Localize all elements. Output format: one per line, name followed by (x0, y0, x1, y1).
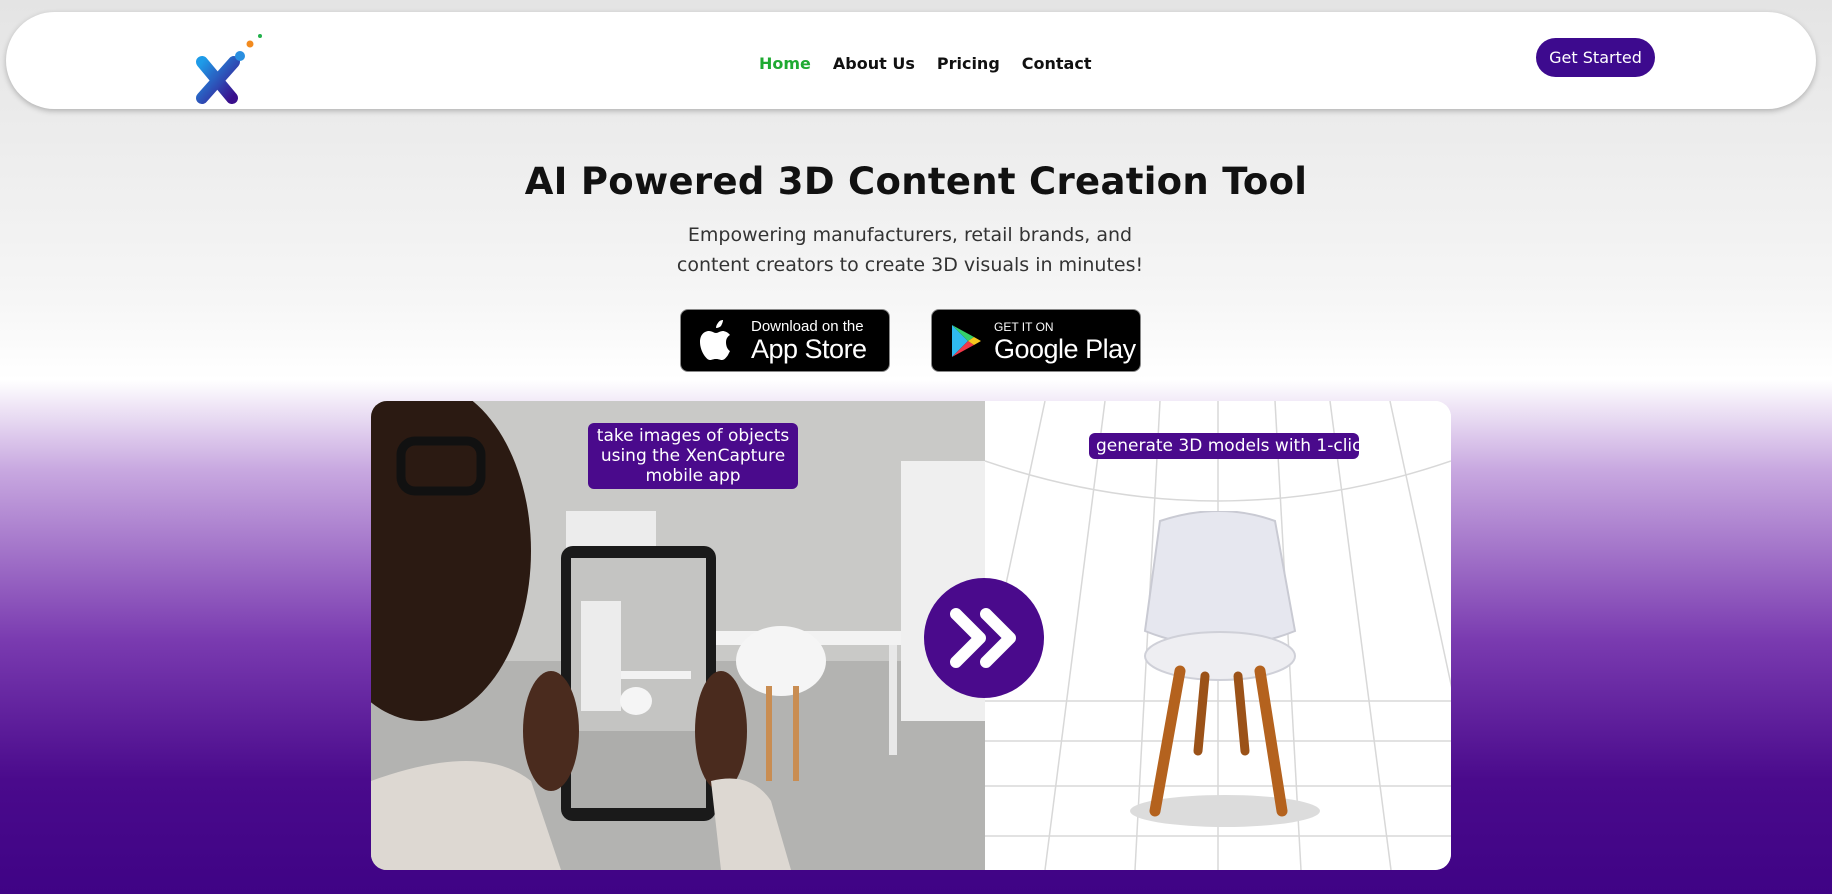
chair-model (1130, 511, 1320, 827)
apple-icon (700, 319, 730, 360)
nav-contact-link[interactable]: Contact (1022, 54, 1092, 73)
product-showcase: take images of objects using the XenCapt… (371, 401, 1451, 870)
nav-pricing-link[interactable]: Pricing (937, 54, 1000, 73)
model-preview: generate 3D models with 1-click (985, 401, 1451, 870)
xencapture-logo[interactable] (194, 24, 274, 104)
capture-photo: take images of objects using the XenCapt… (371, 401, 985, 870)
app-store-badge[interactable]: Download on the App Store (680, 309, 890, 372)
app-store-small-text: Download on the (751, 317, 864, 335)
google-play-icon (952, 324, 981, 357)
top-navbar: Home About Us Pricing Contact Get Starte… (6, 12, 1816, 109)
nav-home-link[interactable]: Home (759, 54, 811, 73)
nav-about-link[interactable]: About Us (833, 54, 915, 73)
main-nav: Home About Us Pricing Contact (759, 54, 1091, 73)
google-play-badge[interactable]: GET IT ON Google Play (931, 309, 1141, 372)
google-play-small-text: GET IT ON (994, 319, 1054, 334)
app-store-big-text: App Store (751, 333, 867, 364)
get-started-button[interactable]: Get Started (1536, 38, 1655, 77)
hero-title: AI Powered 3D Content Creation Tool (524, 160, 1308, 203)
double-chevron-right-icon (950, 608, 1016, 668)
capture-caption: take images of objects using the XenCapt… (588, 423, 798, 489)
hero-subtitle: Empowering manufacturers, retail brands,… (676, 224, 1144, 276)
google-play-big-text: Google Play (994, 333, 1136, 364)
model-caption: generate 3D models with 1-click (1089, 433, 1371, 459)
next-arrow-button[interactable] (924, 578, 1044, 698)
